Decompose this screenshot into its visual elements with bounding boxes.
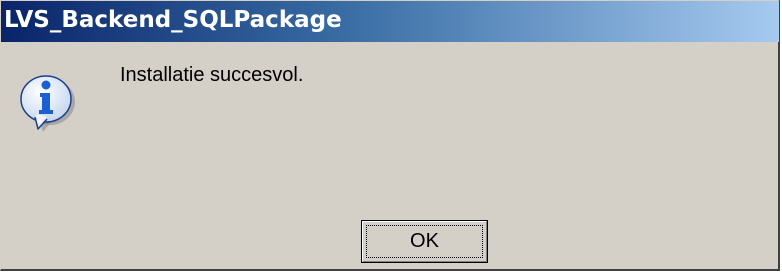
message-dialog: LVS_Backend_SQLPackage Installatie succe… [0,0,780,271]
window-title: LVS_Backend_SQLPackage [4,7,342,33]
ok-button[interactable]: OK [361,220,488,263]
ok-button-label: OK [410,230,439,252]
title-bar[interactable]: LVS_Backend_SQLPackage [1,1,779,42]
information-icon [17,72,79,134]
dialog-message: Installatie succesvol. [120,64,304,86]
dialog-content: Installatie succesvol. OK [1,42,779,270]
